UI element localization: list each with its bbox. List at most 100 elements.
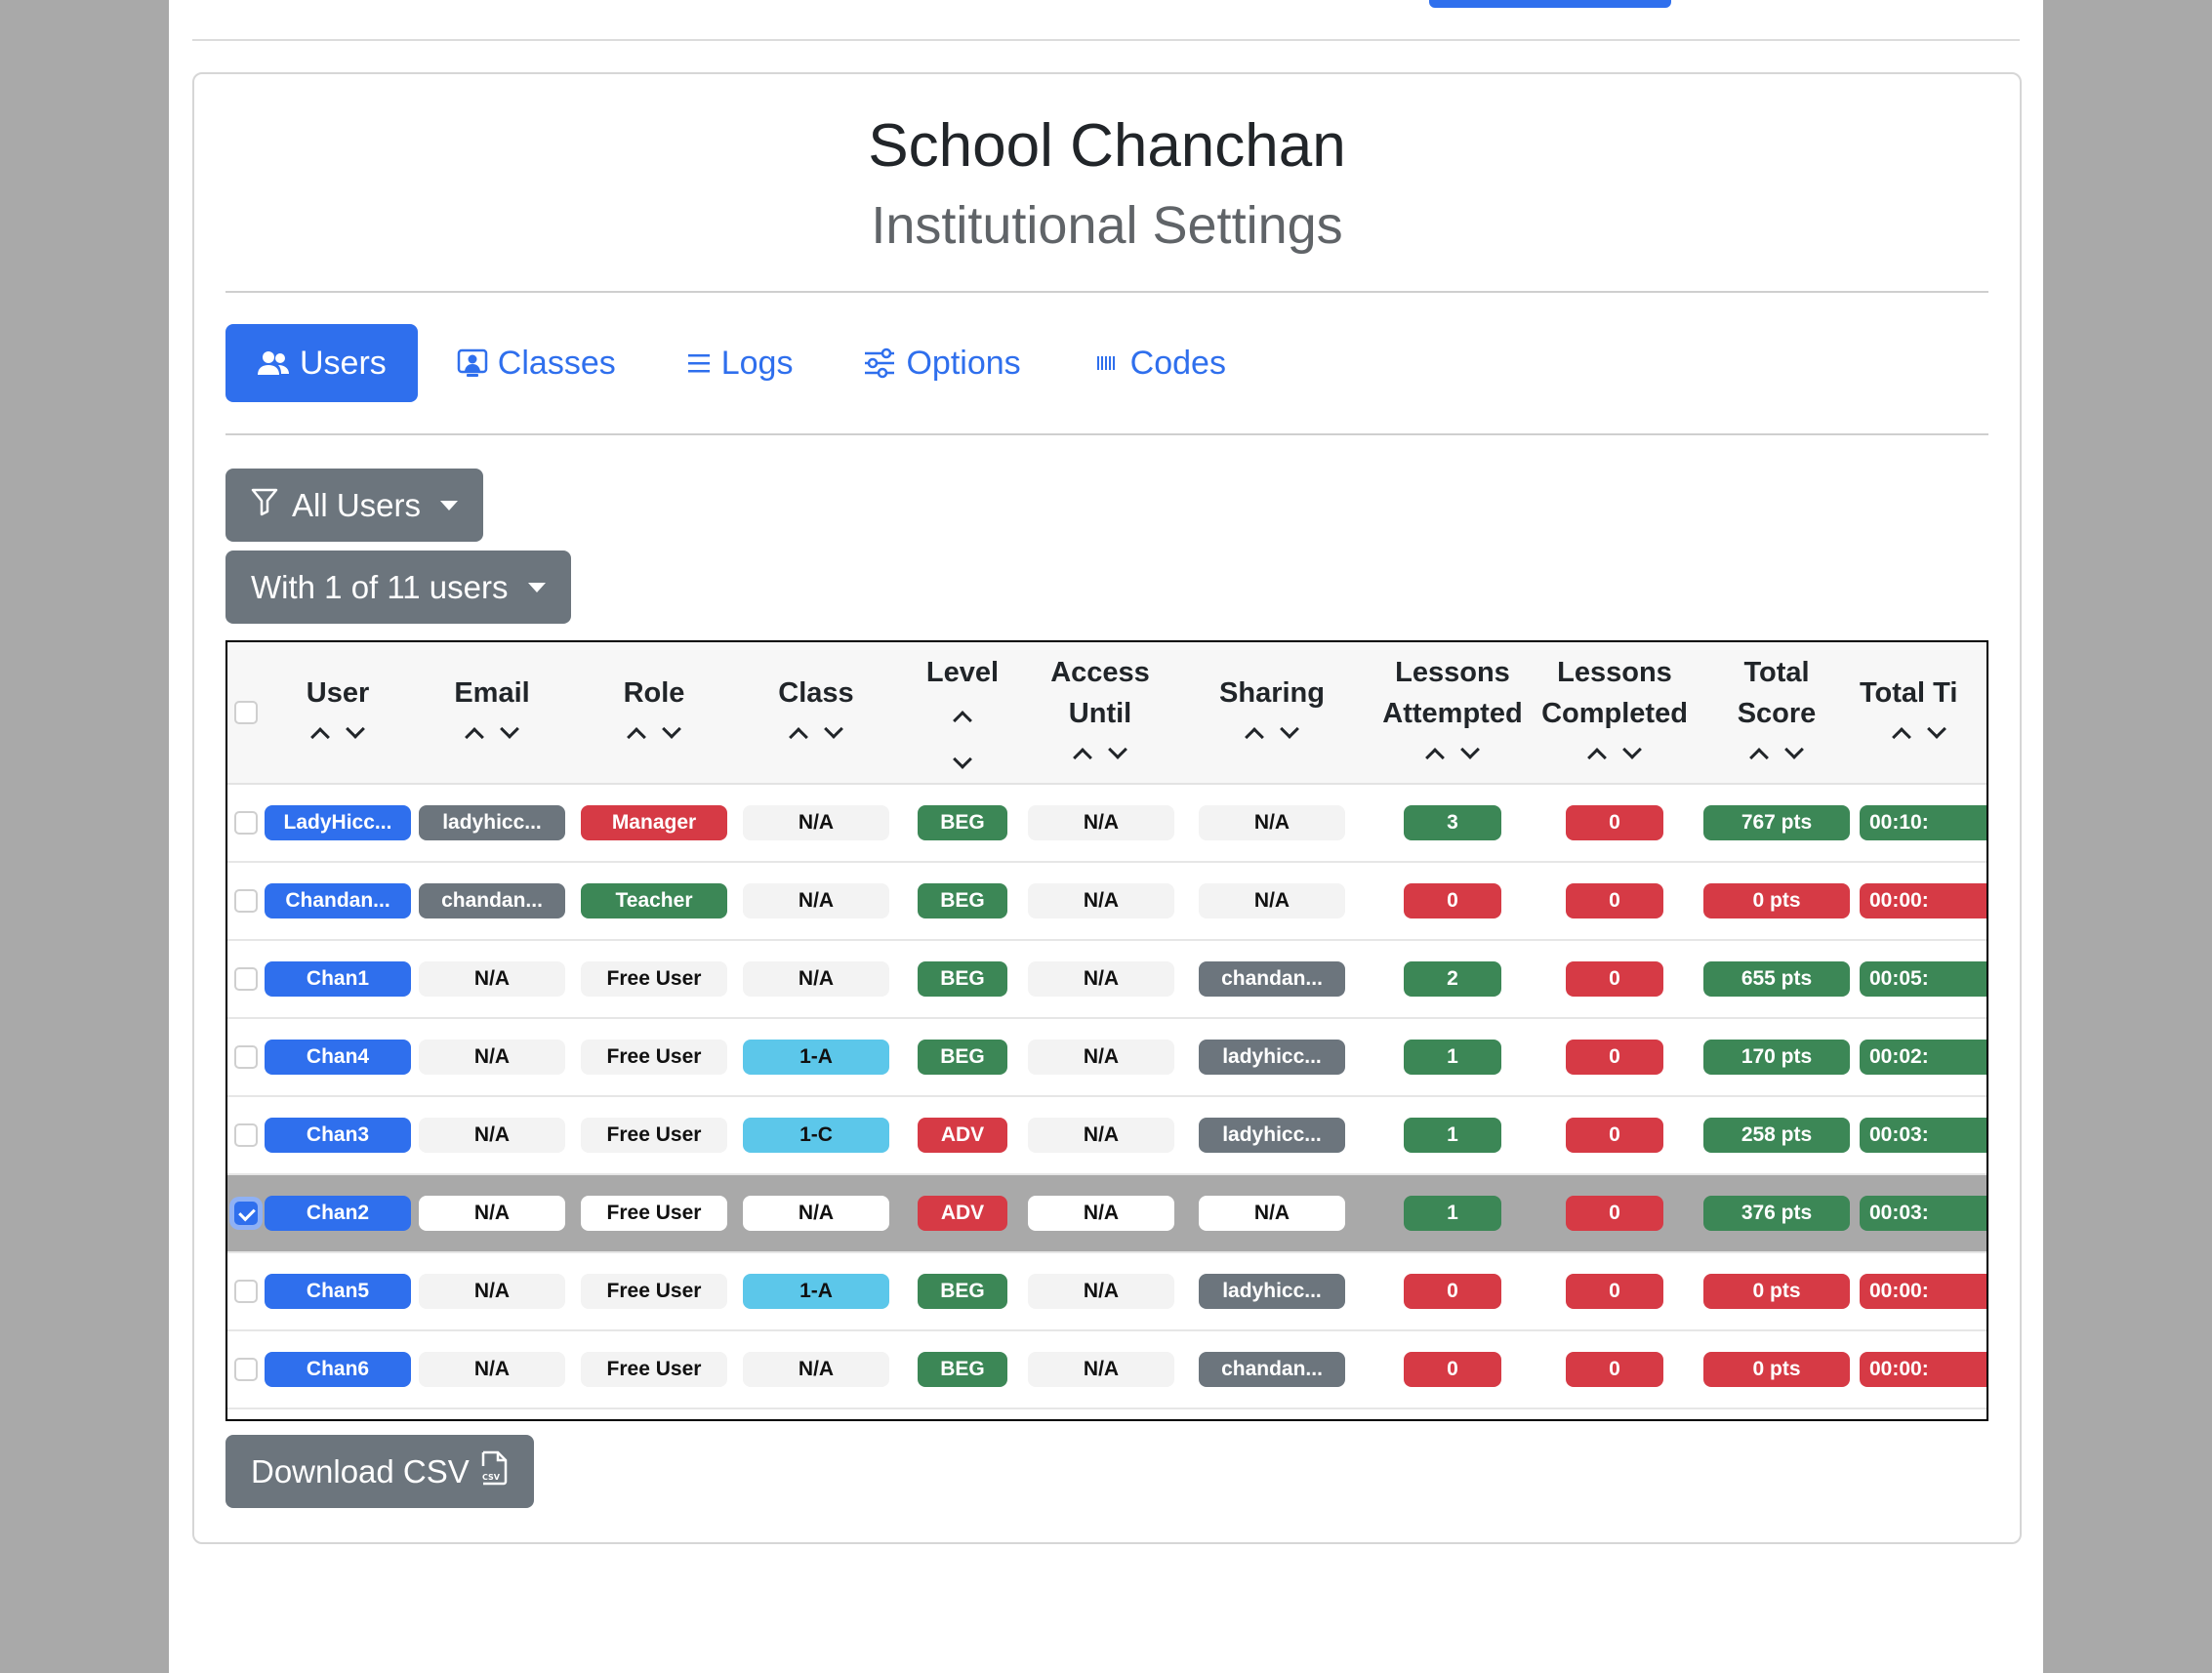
sort-desc-icon[interactable] xyxy=(1622,740,1642,759)
table-row[interactable]: Chan6 N/A Free User N/A BEG N/A chandan... 0 0 0 … xyxy=(227,1330,1987,1409)
access-until-badge-cell: N/A xyxy=(1028,784,1174,863)
settings-card: School Chanchan Institutional Settings U… xyxy=(192,72,2022,1544)
sort-desc-icon[interactable] xyxy=(824,719,843,739)
lessons-completed-badge: 0 xyxy=(1566,805,1663,840)
sort-desc-icon[interactable] xyxy=(953,750,972,769)
class-badge: N/A xyxy=(743,883,889,918)
table-row[interactable]: Chan5 N/A Free User 1-A BEG N/A ladyhicc... 0 0 0… xyxy=(227,1252,1987,1331)
total-score-badge-cell: 0 pts xyxy=(1696,1330,1858,1409)
total-time-cell: 00:00: xyxy=(1858,1330,1987,1409)
person-badge-icon xyxy=(457,347,488,379)
sort-asc-icon[interactable] xyxy=(1425,748,1445,767)
access-until-badge: N/A xyxy=(1028,961,1174,997)
sort-desc-icon[interactable] xyxy=(1784,740,1804,759)
select-cell xyxy=(227,1252,265,1331)
users-icon xyxy=(257,349,290,377)
sort-asc-icon[interactable] xyxy=(789,727,808,747)
user-badge-cell: Chan1 xyxy=(265,940,411,1019)
sort-asc-icon[interactable] xyxy=(1245,727,1264,747)
user-badge[interactable]: Chandan... xyxy=(265,883,411,918)
row-checkbox[interactable] xyxy=(234,811,258,835)
user-badge[interactable]: Chan6 xyxy=(265,1352,411,1387)
user-badge[interactable]: Chan4 xyxy=(265,1040,411,1075)
class-badge-cell: N/A xyxy=(735,862,897,941)
user-badge[interactable]: Chan1 xyxy=(265,961,411,997)
tab-options[interactable]: Options xyxy=(832,324,1051,402)
level-badge: BEG xyxy=(918,805,1007,840)
user-filter-dropdown[interactable]: All Users xyxy=(225,469,484,542)
class-badge-cell: N/A xyxy=(735,784,897,863)
user-badge[interactable]: LadyHicc... xyxy=(265,805,411,840)
select-all-checkbox[interactable] xyxy=(234,701,258,724)
level-badge-cell: BEG xyxy=(897,1252,1028,1331)
row-checkbox[interactable] xyxy=(234,1280,258,1303)
download-csv-label: Download CSV xyxy=(251,1452,470,1489)
sort-asc-icon[interactable] xyxy=(627,727,646,747)
level-badge-cell: BEG xyxy=(897,862,1028,941)
table-row[interactable]: LadyHicc... ladyhicc... Manager N/A BEG N/A N/… xyxy=(227,784,1987,863)
level-badge: BEG xyxy=(918,1274,1007,1309)
row-checkbox[interactable] xyxy=(234,967,258,991)
sort-asc-icon[interactable] xyxy=(465,727,484,747)
sort-asc-icon[interactable] xyxy=(1892,727,1911,747)
lessons-completed-badge: 0 xyxy=(1566,1040,1663,1075)
lessons-completed-badge: 0 xyxy=(1566,1196,1663,1231)
total-time-badge: 00:10: xyxy=(1860,805,1987,840)
role-badge-cell: Manager xyxy=(573,784,735,863)
total-time-badge: 00:02: xyxy=(1860,1040,1987,1075)
col-user-label: User xyxy=(306,677,370,709)
caret-down-icon xyxy=(527,582,546,592)
user-badge[interactable]: Chan2 xyxy=(265,1196,411,1231)
role-badge: Free User xyxy=(581,1118,727,1153)
table-row[interactable]: Chan1 N/A Free User N/A BEG N/A chandan... 2 0 65… xyxy=(227,940,1987,1019)
sort-asc-icon[interactable] xyxy=(1749,748,1769,767)
col-email: Email xyxy=(411,642,573,785)
lessons-completed-badge-cell: 0 xyxy=(1534,1018,1696,1097)
sort-desc-icon[interactable] xyxy=(662,719,681,739)
table-row[interactable]: Chandan... chandan... Teacher N/A BEG N/A N/A 0… xyxy=(227,862,1987,941)
sort-asc-icon[interactable] xyxy=(1587,748,1607,767)
svg-text:CSV: CSV xyxy=(482,1473,501,1482)
row-checkbox[interactable] xyxy=(234,1123,258,1147)
sort-asc-icon[interactable] xyxy=(953,711,972,730)
row-checkbox[interactable] xyxy=(234,1358,258,1381)
access-until-badge: N/A xyxy=(1028,1196,1174,1231)
user-badge[interactable]: Chan3 xyxy=(265,1118,411,1153)
sort-desc-icon[interactable] xyxy=(1460,740,1480,759)
selection-dropdown[interactable]: With 1 of 11 users xyxy=(225,551,571,624)
lessons-completed-badge: 0 xyxy=(1566,1352,1663,1387)
col-total-time-label: Total Ti xyxy=(1860,677,1958,709)
tab-users[interactable]: Users xyxy=(225,324,418,402)
row-checkbox[interactable] xyxy=(234,889,258,913)
table-row[interactable]: Chan2 N/A Free User N/A ADV N/A N/A 1 0 376 pts 00… xyxy=(227,1174,1987,1253)
row-checkbox[interactable] xyxy=(234,1045,258,1069)
col-level-label: Level xyxy=(925,657,1000,688)
table-row[interactable]: Chan4 N/A Free User 1-A BEG N/A ladyhicc... 1 0 1… xyxy=(227,1018,1987,1097)
lessons-completed-badge-cell: 0 xyxy=(1534,784,1696,863)
user-badge[interactable]: Chan5 xyxy=(265,1274,411,1309)
download-csv-button[interactable]: Download CSV CSV xyxy=(225,1435,534,1508)
table-row[interactable]: Chan3 N/A Free User 1-C ADV N/A ladyhicc... 1 0 2… xyxy=(227,1096,1987,1175)
role-badge-cell: Free User xyxy=(573,1252,735,1331)
sharing-badge-cell: ladyhicc... xyxy=(1172,1018,1372,1097)
tab-codes[interactable]: Codes xyxy=(1060,324,1257,402)
row-checkbox[interactable] xyxy=(234,1202,258,1225)
sort-desc-icon[interactable] xyxy=(1280,719,1299,739)
tab-logs[interactable]: Logs xyxy=(655,324,825,402)
sort-desc-icon[interactable] xyxy=(1108,740,1127,759)
sharing-badge: N/A xyxy=(1199,805,1345,840)
sort-desc-icon[interactable] xyxy=(500,719,519,739)
sort-desc-icon[interactable] xyxy=(346,719,365,739)
select-cell xyxy=(227,862,265,941)
lessons-attempted-badge-cell: 0 xyxy=(1372,1252,1534,1331)
sort-asc-icon[interactable] xyxy=(1073,748,1092,767)
col-class-label: Class xyxy=(778,677,854,709)
users-table-container[interactable]: User Email Role Class Level Access Until… xyxy=(225,640,1988,1421)
sort-asc-icon[interactable] xyxy=(310,727,330,747)
sort-desc-icon[interactable] xyxy=(1927,719,1946,739)
role-badge-cell: Free User xyxy=(573,1174,735,1253)
top-button-edge[interactable] xyxy=(1429,0,1671,8)
access-until-badge: N/A xyxy=(1028,1118,1174,1153)
tab-classes[interactable]: Classes xyxy=(426,324,647,402)
access-until-badge-cell: N/A xyxy=(1028,1096,1174,1175)
